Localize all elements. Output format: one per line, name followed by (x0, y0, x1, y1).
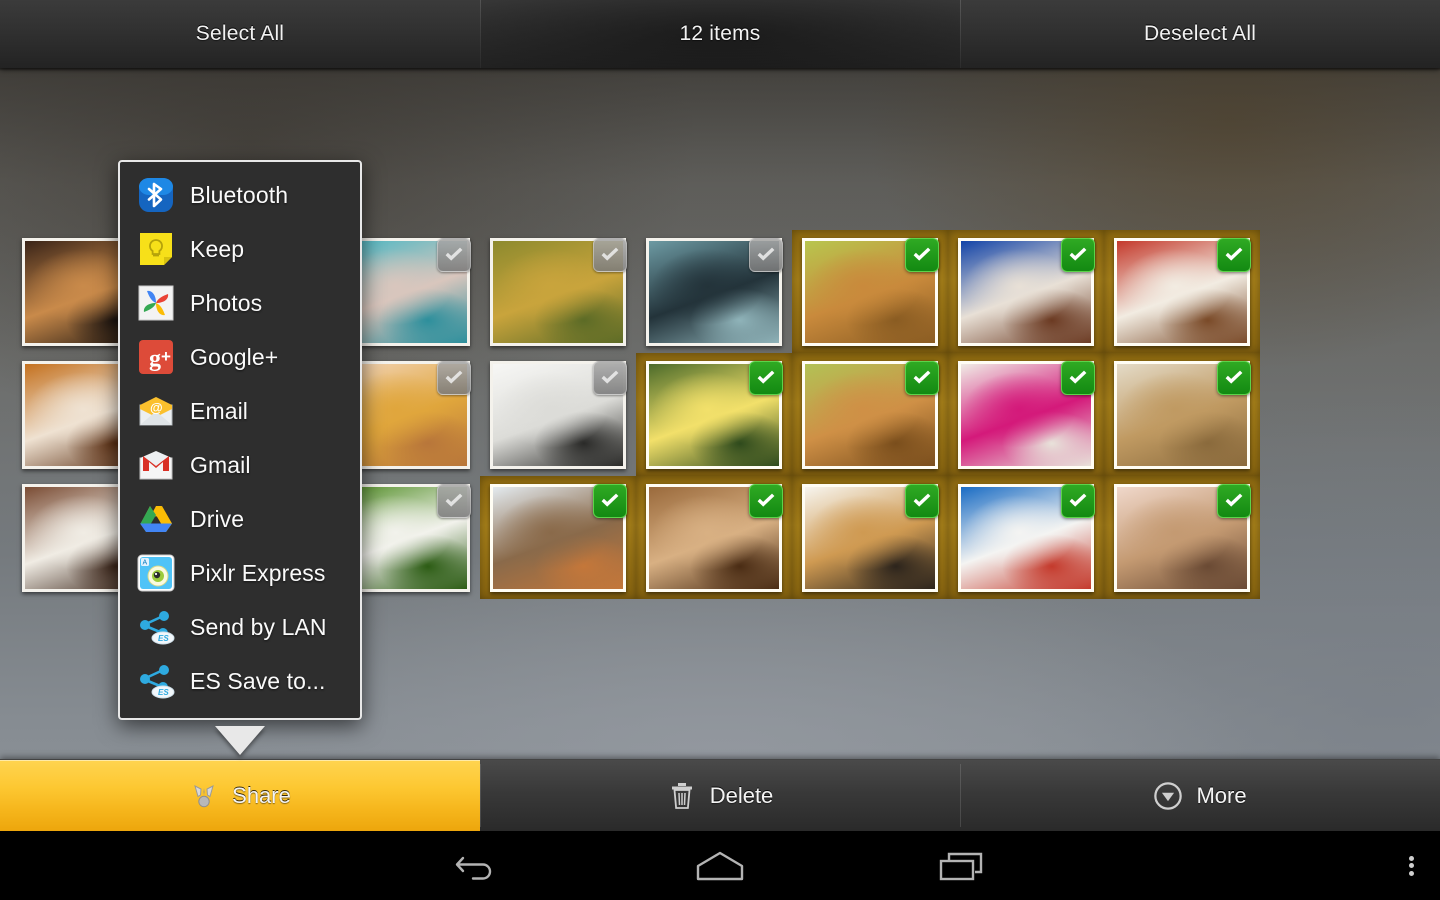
pixlr-express-icon: A (136, 553, 176, 593)
bluetooth-icon (136, 175, 176, 215)
share-menu-item-label: Pixlr Express (190, 559, 326, 586)
gallery-thumbnail-baby-owl[interactable] (480, 230, 636, 353)
checkbox-unchecked-icon[interactable] (437, 484, 471, 518)
svg-text:ES: ES (158, 634, 169, 643)
select-all-button[interactable]: Select All (0, 0, 480, 68)
gallery-thumbnail-three-cocker-puppies[interactable] (1104, 353, 1260, 476)
home-icon[interactable] (662, 831, 778, 900)
share-button[interactable]: Share (0, 760, 480, 831)
share-menu-item-gmail[interactable]: Gmail (120, 438, 360, 492)
android-navigation-bar (0, 831, 1440, 900)
svg-text:ES: ES (158, 688, 169, 697)
checkbox-checked-icon[interactable] (749, 484, 783, 518)
chevron-down-circle-icon (1153, 781, 1183, 811)
google-keep-icon (136, 229, 176, 269)
share-menu-item-photos[interactable]: Photos (120, 276, 360, 330)
google-photos-icon (136, 283, 176, 323)
checkbox-unchecked-icon[interactable] (437, 361, 471, 395)
checkbox-checked-icon[interactable] (1217, 484, 1251, 518)
checkbox-checked-icon[interactable] (593, 484, 627, 518)
es-share-icon: ES (136, 661, 176, 701)
checkbox-checked-icon[interactable] (1217, 238, 1251, 272)
checkbox-unchecked-icon[interactable] (593, 238, 627, 272)
checkbox-checked-icon[interactable] (749, 361, 783, 395)
action-bar: Share Delete More (0, 759, 1440, 831)
share-menu-item-keep[interactable]: Keep (120, 222, 360, 276)
recent-apps-icon[interactable] (906, 831, 1022, 900)
share-menu-item-label: Photos (190, 289, 263, 316)
google-drive-icon (136, 499, 176, 539)
checkbox-checked-icon[interactable] (1061, 361, 1095, 395)
share-menu-item-es-save-to[interactable]: ES ES Save to... (120, 654, 360, 708)
item-count-label: 12 items (679, 22, 761, 45)
android-gallery-screen: Select All 12 items Deselect All Bluetoo… (0, 0, 1440, 900)
share-target-popup-menu[interactable]: Bluetooth Keep Photos g + Google+ @ Email Gmail D… (118, 160, 362, 720)
item-count-display: 12 items (480, 0, 960, 68)
gallery-thumbnail-sleeping-beagle[interactable] (1104, 476, 1260, 599)
gallery-thumbnail-white-maltese-puppy[interactable] (480, 353, 636, 476)
gallery-thumbnail-spider-web[interactable] (636, 230, 792, 353)
svg-text:A: A (143, 560, 148, 567)
share-menu-item-label: Keep (190, 235, 245, 262)
overflow-menu-icon[interactable] (1409, 831, 1414, 900)
share-menu-item-label: Bluetooth (190, 181, 289, 208)
popup-tail-arrow (215, 726, 265, 755)
gallery-thumbnail-cocker-spaniel-blue[interactable] (948, 230, 1104, 353)
trash-icon (667, 781, 697, 811)
svg-text:g: g (149, 346, 161, 372)
gallery-thumbnail-white-chihuahua-blue[interactable] (948, 476, 1104, 599)
share-menu-item-send-by-lan[interactable]: ES Send by LAN (120, 600, 360, 654)
checkbox-unchecked-icon[interactable] (593, 361, 627, 395)
share-menu-item-google[interactable]: g + Google+ (120, 330, 360, 384)
gallery-thumbnail-golden-retriever-2[interactable] (792, 353, 948, 476)
gallery-thumbnail-golden-retriever-1[interactable] (792, 230, 948, 353)
checkbox-checked-icon[interactable] (905, 238, 939, 272)
share-menu-item-label: Send by LAN (190, 613, 327, 640)
share-menu-item-pixlr-express[interactable]: A Pixlr Express (120, 546, 360, 600)
share-icon (189, 781, 219, 811)
gmail-icon (136, 445, 176, 485)
deselect-all-label: Deselect All (1143, 22, 1257, 45)
checkbox-checked-icon[interactable] (905, 484, 939, 518)
share-menu-item-bluetooth[interactable]: Bluetooth (120, 168, 360, 222)
share-menu-item-label: Gmail (190, 451, 251, 478)
share-menu-item-label: Drive (190, 505, 245, 532)
share-label: Share (232, 782, 291, 808)
share-menu-item-drive[interactable]: Drive (120, 492, 360, 546)
gallery-thumbnail-papillon-red[interactable] (1104, 230, 1260, 353)
checkbox-unchecked-icon[interactable] (749, 238, 783, 272)
delete-label: Delete (709, 782, 774, 808)
deselect-all-button[interactable]: Deselect All (960, 0, 1440, 68)
selection-top-bar: Select All 12 items Deselect All (0, 0, 1440, 71)
svg-text:+: + (161, 347, 171, 366)
share-menu-item-email[interactable]: @ Email (120, 384, 360, 438)
delete-button[interactable]: Delete (480, 760, 960, 831)
google-plus-icon: g + (136, 337, 176, 377)
gallery-thumbnail-flying-bird[interactable] (480, 476, 636, 599)
gallery-thumbnail-chihuahua-pink-sweater[interactable] (948, 353, 1104, 476)
share-menu-item-label: Email (190, 397, 249, 424)
gallery-thumbnail-wet-golden-retriever[interactable] (636, 476, 792, 599)
select-all-label: Select All (195, 22, 285, 45)
checkbox-checked-icon[interactable] (1217, 361, 1251, 395)
email-icon: @ (136, 391, 176, 431)
gallery-thumbnail-yellow-duckling[interactable] (636, 353, 792, 476)
back-icon[interactable] (418, 831, 534, 900)
es-share-icon: ES (136, 607, 176, 647)
share-menu-item-label: Google+ (190, 343, 279, 370)
more-label: More (1196, 782, 1247, 808)
gallery-thumbnail-dog-with-glasses[interactable] (792, 476, 948, 599)
more-button[interactable]: More (960, 760, 1440, 831)
share-menu-item-label: ES Save to... (190, 667, 326, 694)
checkbox-unchecked-icon[interactable] (437, 238, 471, 272)
checkbox-checked-icon[interactable] (1061, 484, 1095, 518)
checkbox-checked-icon[interactable] (905, 361, 939, 395)
svg-text:@: @ (150, 400, 163, 415)
checkbox-checked-icon[interactable] (1061, 238, 1095, 272)
